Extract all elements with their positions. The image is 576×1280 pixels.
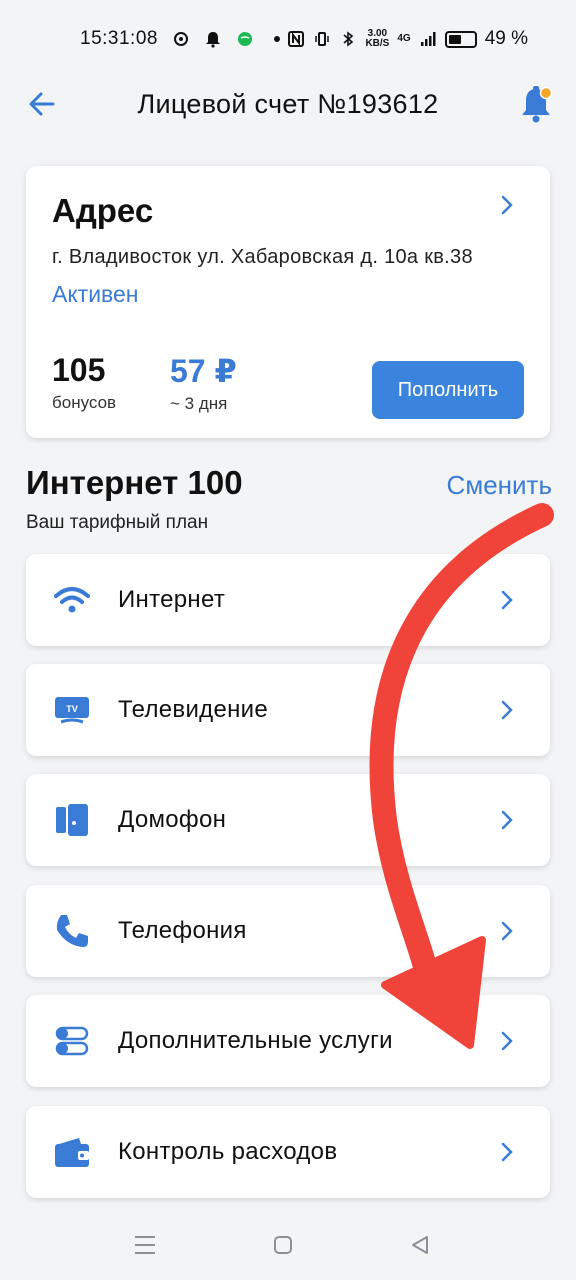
svg-text:TV: TV [66,704,78,714]
phone-icon [52,911,92,951]
address-title: Адрес [52,192,154,229]
topup-button[interactable]: Пополнить [372,361,524,419]
service-row-intercom[interactable]: Домофон [26,774,550,866]
service-label: Домофон [118,806,227,833]
home-button[interactable] [268,1230,298,1260]
network-type: 4G [397,33,411,44]
app-header: Лицевой счет №193612 [0,78,576,130]
back-button[interactable] [22,84,62,124]
toggles-icon [52,1021,92,1061]
chevron-right-icon [501,921,513,941]
bell-notification-icon [205,32,220,48]
chevron-right-icon [501,700,513,720]
account-card[interactable]: Адрес г. Владивосток ул. Хабаровская д. … [26,166,550,438]
service-row-expenses[interactable]: Контроль расходов [26,1106,550,1198]
status-system-icons: 3.00 KB/S 4G 49 % [287,28,528,50]
signal-icon [420,32,436,46]
vibrate-icon [315,32,330,46]
bell-icon [522,86,553,123]
intercom-icon [52,800,92,840]
tariff-section: Интернет 100 Ваш тарифный план Сменить [26,464,552,534]
tv-icon: TV [52,690,92,730]
account-stats: 105 бонусов 57 ₽ ~ 3 дня [52,352,290,414]
tariff-subtitle: Ваш тарифный план [26,512,209,533]
back-arrow-icon [29,92,55,116]
square-icon [274,1236,292,1254]
service-label: Телевидение [118,696,269,723]
back-nav-button[interactable] [405,1230,435,1260]
service-label: Дополнительные услуги [118,1027,393,1054]
dot-icon [273,36,280,42]
bonuses-value: 105 [52,352,106,388]
chevron-right-icon [501,1142,513,1162]
service-label: Интернет [118,586,226,613]
bonuses-stat: 105 бонусов [52,352,172,414]
service-row-internet[interactable]: Интернет [26,554,550,646]
notifications-button[interactable] [516,82,556,126]
balance-value: 57 ₽ [170,353,237,389]
chevron-right-icon [501,810,513,830]
status-notification-icons [172,30,286,48]
green-app-icon [237,32,252,46]
service-row-extra[interactable]: Дополнительные услуги [26,995,550,1087]
system-nav-bar [0,1210,576,1280]
service-row-phone[interactable]: Телефония [26,885,550,977]
service-row-tv[interactable]: TV Телевидение [26,664,550,756]
chevron-right-icon [501,195,513,215]
bonuses-label: бонусов [52,393,117,412]
status-time: 15:31:08 [80,28,158,49]
status-bar: 15:31:08 3.00 KB/S 4G 49 % [0,0,576,78]
balance-stat: 57 ₽ ~ 3 дня [170,352,290,414]
service-label: Телефония [118,917,247,944]
wifi-icon [52,580,92,620]
nfc-icon [288,31,305,47]
wallet-icon [52,1132,92,1172]
menu-icon [135,1236,155,1254]
triangle-back-icon [412,1236,428,1254]
battery-percent: 49 % [484,28,528,49]
address-text: г. Владивосток ул. Хабаровская д. 10а кв… [52,246,473,268]
battery-icon [444,30,477,48]
account-status: Активен [52,281,139,307]
change-tariff-link[interactable]: Сменить [447,470,552,501]
app-notification-icon [173,32,188,46]
page-title: Лицевой счет №193612 [137,88,439,119]
service-label: Контроль расходов [118,1138,338,1165]
balance-days-label: ~ 3 дня [170,394,228,413]
network-speed-unit: KB/S [365,38,390,49]
chevron-right-icon [501,590,513,610]
network-speed: 3.00 KB/S [365,29,389,49]
chevron-right-icon [501,1031,513,1051]
recents-button[interactable] [130,1230,160,1260]
bluetooth-icon [343,31,354,47]
